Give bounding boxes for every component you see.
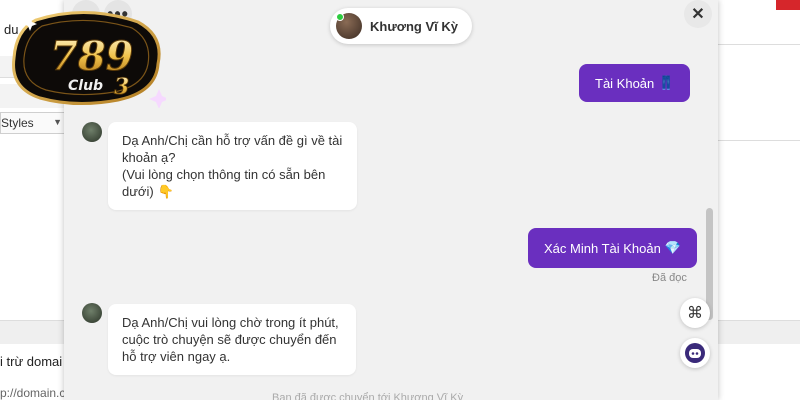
logo-789club3: 789 Club 3: [12, 10, 169, 109]
divider: [718, 140, 800, 141]
svg-text:Club: Club: [68, 78, 103, 94]
message-line: Dạ Anh/Chị cần hỗ trợ vấn đề gì về tài: [122, 133, 343, 148]
agent-avatar: [336, 13, 362, 39]
pointing-down-icon: 👇: [157, 184, 174, 199]
message-line: hỗ trợ viên ngay ạ.: [122, 349, 231, 364]
incoming-message: Dạ Anh/Chị cần hỗ trợ vấn đề gì về tài k…: [108, 122, 357, 210]
read-status: Đã đọc: [652, 272, 687, 284]
chevron-down-icon: ▼: [53, 117, 62, 127]
outgoing-message: Xác Minh Tài Khoản 💎: [528, 228, 698, 268]
bot-avatar: [82, 303, 102, 323]
close-icon: ✕: [691, 6, 705, 23]
chatbot-button[interactable]: [680, 338, 710, 368]
jeans-icon: 👖: [658, 75, 675, 90]
message-text: Tài Khoản: [595, 75, 655, 91]
agent-name: Khương Vĩ Kỳ: [370, 18, 458, 34]
message-line: dưới): [122, 184, 154, 199]
robot-icon: [685, 343, 705, 363]
incoming-message: Dạ Anh/Chị vui lòng chờ trong ít phút, c…: [108, 304, 356, 375]
styles-dropdown[interactable]: Styles ▼: [0, 112, 66, 134]
divider: [718, 44, 800, 45]
outgoing-message: Tài Khoản 👖: [579, 64, 691, 102]
red-action-button[interactable]: [776, 0, 800, 10]
diamond-icon: 💎: [664, 240, 682, 255]
svg-text:3: 3: [114, 74, 129, 100]
bot-avatar: [82, 122, 102, 142]
styles-dropdown-label: Styles: [1, 116, 34, 130]
message-line: Dạ Anh/Chị vui lòng chờ trong ít phút,: [122, 315, 339, 330]
editor-bottom-text: i trừ domai: [0, 354, 63, 369]
svg-text:789: 789: [50, 33, 134, 80]
message-line: (Vui lòng chọn thông tin có sẵn bên: [122, 167, 326, 182]
agent-header[interactable]: Khương Vĩ Kỳ: [330, 8, 472, 44]
command-icon: ⌘: [687, 305, 703, 322]
message-line: cuộc trò chuyện sẽ được chuyển đến: [122, 332, 337, 347]
editor-url-text: p://domain.c: [0, 386, 66, 400]
scrollbar[interactable]: [704, 0, 714, 400]
message-line: khoản ạ?: [122, 150, 176, 165]
site-logo: 789 Club 3: [6, 8, 169, 109]
system-notice: Bạn đã được chuyển tới Khương Vĩ Kỳ: [272, 392, 464, 400]
apps-button[interactable]: ⌘: [680, 298, 710, 328]
message-text: Xác Minh Tài Khoản: [544, 240, 661, 256]
online-status-dot: [336, 13, 344, 21]
